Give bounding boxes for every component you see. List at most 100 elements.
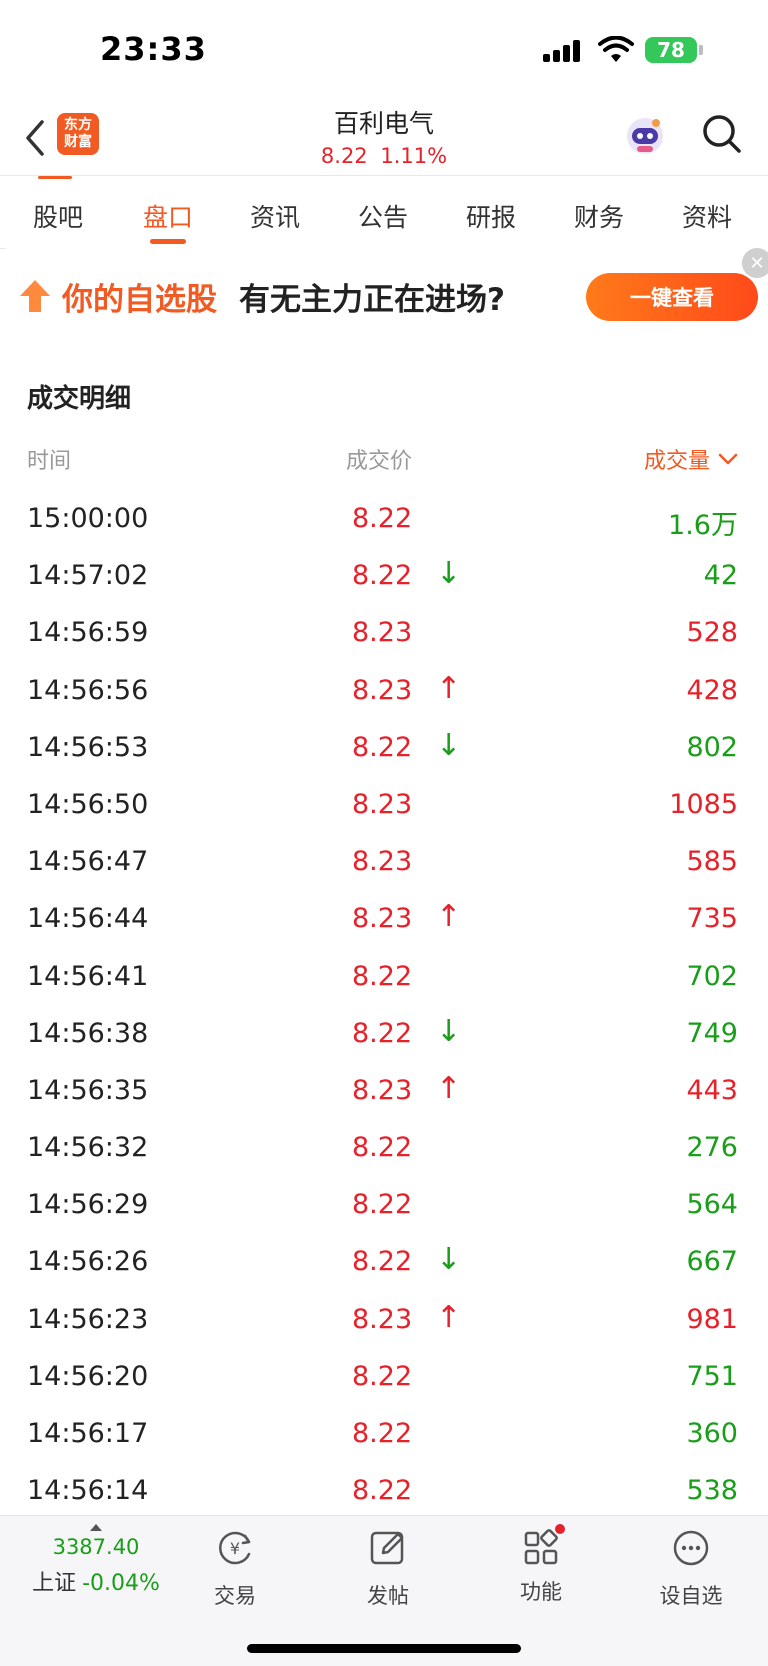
trade-price: 8.22 — [352, 1475, 413, 1507]
header-divider — [0, 175, 768, 176]
trade-price: 8.22 — [352, 1418, 413, 1449]
caret-up-icon — [90, 1524, 102, 1531]
nav-add-watchlist[interactable]: 设自选 — [646, 1528, 736, 1610]
nav-trade[interactable]: ¥ 交易 — [190, 1528, 280, 1610]
tab-profile[interactable]: 资料 — [657, 198, 757, 234]
trade-volume: 443 — [686, 1074, 738, 1106]
search-icon[interactable] — [700, 112, 744, 156]
trade-row: 14:56:20 8.22 751 — [0, 1351, 768, 1408]
trade-row: 14:57:02 8.22 ↓ 42 — [0, 550, 768, 607]
trade-time: 14:56:41 — [27, 960, 149, 992]
brand-logo[interactable]: 东方 财富 — [57, 113, 99, 155]
nav-trade-label: 交易 — [214, 1584, 256, 1608]
trade-price: 8.22 — [352, 1246, 413, 1278]
index-value: 3387.40 — [52, 1535, 140, 1559]
trade-price: 8.23 — [352, 903, 413, 935]
trade-volume: 735 — [686, 903, 738, 935]
yen-cycle-icon: ¥ — [219, 1531, 251, 1565]
tab-finance[interactable]: 财务 — [549, 198, 649, 234]
tab-announcements[interactable]: 公告 — [333, 198, 433, 234]
trade-price: 8.23 — [352, 788, 413, 820]
wifi-icon — [598, 36, 634, 62]
trade-price: 8.23 — [352, 1074, 413, 1106]
arrow-down-icon: ↓ — [436, 556, 462, 592]
arrow-up-icon: ↑ — [436, 670, 462, 706]
edit-post-icon — [370, 1531, 404, 1565]
cellular-signal-icon — [543, 40, 585, 62]
arrow-down-icon: ↓ — [436, 1013, 462, 1049]
section-title: 成交明细 — [27, 384, 132, 414]
view-now-button[interactable]: 一键查看 — [586, 273, 758, 321]
tab-guba[interactable]: 股吧 — [8, 198, 108, 234]
trade-price: 8.22 — [352, 731, 413, 763]
trade-time: 14:56:29 — [27, 1189, 149, 1221]
trade-price: 8.22 — [352, 560, 413, 592]
arrow-up-icon: ↑ — [436, 899, 462, 935]
trade-price: 8.22 — [352, 503, 413, 534]
column-header-price: 成交价 — [346, 449, 413, 474]
trade-row: 14:56:50 8.23 1085 — [0, 779, 768, 836]
robot-assistant-icon[interactable] — [623, 114, 667, 158]
back-arrow-icon[interactable] — [22, 118, 48, 158]
trade-time: 14:56:17 — [27, 1418, 149, 1449]
trade-time: 14:56:59 — [27, 617, 149, 649]
promo-banner[interactable]: 你的自选股 有无主力正在进场? 一键查看 ✕ — [6, 248, 768, 340]
trade-time: 14:56:32 — [27, 1132, 149, 1164]
up-arrow-icon — [20, 280, 50, 312]
trade-row: 14:56:17 8.22 360 — [0, 1408, 768, 1465]
tab-research[interactable]: 研报 — [441, 198, 541, 234]
trade-price: 8.22 — [352, 1017, 413, 1049]
nav-functions[interactable]: 功能 — [496, 1524, 586, 1606]
status-bar: 23:33 78 — [0, 0, 768, 100]
tab-news[interactable]: 资讯 — [225, 198, 325, 234]
trade-volume: 751 — [686, 1360, 738, 1392]
tab-bar: 股吧 盘口 资讯 公告 研报 财务 资料 — [0, 184, 768, 249]
brand-logo-line1: 东方 — [64, 117, 92, 133]
trade-time: 14:56:23 — [27, 1303, 149, 1335]
trade-time: 14:56:44 — [27, 903, 149, 935]
trade-row: 14:56:23 8.23 ↑ 981 — [0, 1294, 768, 1351]
banner-text: 有无主力正在进场? — [239, 282, 505, 318]
trade-row: 14:56:41 8.22 702 — [0, 951, 768, 1008]
trade-time: 14:56:53 — [27, 731, 149, 763]
trade-volume: 360 — [686, 1418, 738, 1449]
trade-time: 14:56:50 — [27, 788, 149, 820]
arrow-down-icon: ↓ — [436, 1242, 462, 1278]
arrow-up-icon: ↑ — [436, 1070, 462, 1106]
trade-row: 14:56:53 8.22 ↓ 802 — [0, 722, 768, 779]
index-line: 上证 -0.04% — [26, 1565, 166, 1597]
index-change: -0.04% — [82, 1571, 160, 1596]
status-time: 23:33 — [100, 30, 207, 68]
trade-price: 8.22 — [352, 960, 413, 992]
close-icon[interactable]: ✕ — [742, 248, 768, 278]
nav-functions-label: 功能 — [520, 1580, 562, 1604]
brand-logo-line2: 财富 — [64, 134, 92, 150]
nav-post[interactable]: 发帖 — [343, 1528, 433, 1610]
trade-price: 8.22 — [352, 1132, 413, 1164]
trade-row: 14:56:32 8.22 276 — [0, 1122, 768, 1179]
nav-add-watchlist-label: 设自选 — [659, 1584, 723, 1608]
trade-time: 14:56:47 — [27, 846, 149, 878]
column-header-volume[interactable]: 成交量 — [644, 443, 738, 475]
battery-icon: 78 — [645, 37, 697, 63]
tab-pankou[interactable]: 盘口 — [118, 198, 218, 234]
trade-volume: 564 — [686, 1189, 738, 1221]
header-accent-mark — [38, 176, 72, 179]
trade-volume: 42 — [703, 560, 738, 592]
market-index[interactable]: 3387.40 上证 -0.04% — [26, 1524, 166, 1597]
arrow-down-icon: ↓ — [436, 727, 462, 763]
trade-list: 15:00:00 8.22 1.6万 14:57:02 8.22 ↓ 42 14:56:59 8… — [0, 493, 768, 1522]
nav-post-label: 发帖 — [367, 1584, 409, 1608]
trade-time: 14:56:20 — [27, 1360, 149, 1392]
trade-volume: 585 — [686, 846, 738, 878]
trade-volume: 276 — [686, 1132, 738, 1164]
banner-highlight: 你的自选股 — [62, 282, 217, 318]
trade-volume: 667 — [686, 1246, 738, 1278]
stock-header: 百利电气 8.22 1.11% 东方 财富 — [0, 100, 768, 176]
apps-grid-wrap — [521, 1524, 565, 1568]
apps-grid-icon — [524, 1529, 558, 1565]
trade-volume: 749 — [686, 1017, 738, 1049]
trade-volume: 528 — [686, 617, 738, 649]
trade-volume: 538 — [686, 1475, 738, 1507]
trade-time: 14:57:02 — [27, 560, 149, 592]
